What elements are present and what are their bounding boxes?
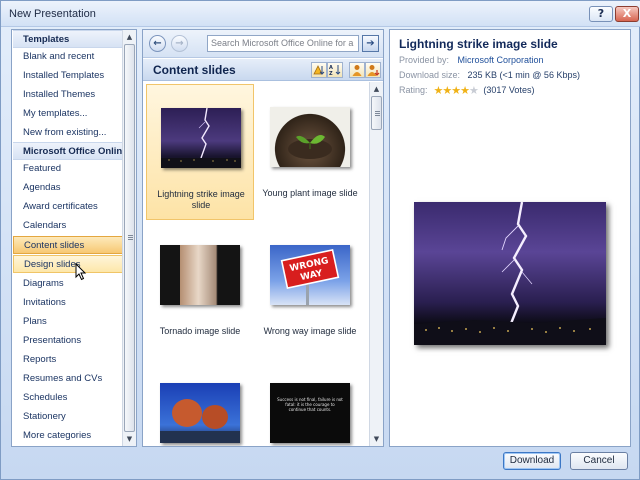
dialog-title: New Presentation	[9, 8, 96, 20]
category-header: Microsoft Office Online	[13, 142, 123, 160]
scroll-down-arrow-icon[interactable]: ▼	[370, 432, 383, 446]
category-item[interactable]: Agendas	[13, 179, 123, 197]
download-size-label: Download size:	[399, 70, 461, 80]
category-item[interactable]: Installed Templates	[13, 67, 123, 85]
category-item[interactable]: More categories	[13, 427, 123, 445]
templates-panel: ← → Search Microsoft Office Online for a…	[142, 29, 384, 447]
cancel-button[interactable]: Cancel	[570, 452, 628, 470]
template-tile-lightning[interactable]: Lightning strike image slide	[146, 84, 254, 220]
category-item[interactable]: Plans	[13, 313, 123, 331]
close-button[interactable]: X	[615, 6, 639, 22]
scroll-down-arrow-icon[interactable]: ▼	[123, 432, 136, 446]
provided-by-row: Provided by: Microsoft Corporation	[399, 55, 544, 65]
section-title: Content slides	[153, 63, 236, 77]
category-item[interactable]: Design slides	[13, 255, 123, 273]
category-item[interactable]: Stationery	[13, 408, 123, 426]
section-header: Content slides AZ	[143, 59, 383, 81]
category-item[interactable]: Invitations	[13, 294, 123, 312]
download-size-row: Download size: 235 KB (<1 min @ 56 Kbps)	[399, 70, 580, 80]
category-item[interactable]: Presentations	[13, 332, 123, 350]
quote-thumbnail: Success is not final, failure is not fat…	[270, 383, 350, 443]
star-icon[interactable]: ★	[469, 85, 479, 97]
category-item[interactable]: Installed Themes	[13, 86, 123, 104]
category-item[interactable]: My templates...	[13, 105, 123, 123]
category-item[interactable]: Blank and recent	[13, 48, 123, 66]
template-scrollbar[interactable]: ▲ ▼	[369, 82, 383, 446]
rocks-thumbnail	[160, 383, 240, 443]
provided-by-label: Provided by:	[399, 55, 450, 65]
template-tile-quote[interactable]: Success is not final, failure is not fat…	[256, 360, 364, 446]
template-grid: Lightning strike image slide Young plant…	[143, 82, 369, 446]
category-item[interactable]: Diagrams	[13, 275, 123, 293]
wrong-way-thumbnail: WRONG WAY	[270, 245, 350, 305]
scroll-up-arrow-icon[interactable]: ▲	[123, 30, 136, 44]
help-button[interactable]: ?	[589, 6, 613, 22]
sort-by-rating-icon[interactable]	[311, 62, 327, 78]
provided-by-value: Microsoft Corporation	[457, 55, 544, 65]
star-icon[interactable]: ★	[460, 85, 470, 97]
search-toolbar: ← → Search Microsoft Office Online for a…	[143, 30, 383, 58]
plant-thumbnail	[270, 107, 350, 167]
votes-count: (3017 Votes)	[483, 85, 535, 95]
download-button[interactable]: Download	[503, 452, 561, 470]
sort-alphabetical-icon[interactable]: AZ	[327, 62, 343, 78]
category-item[interactable]: Resumes and CVs	[13, 370, 123, 388]
search-go-arrow-icon[interactable]: ➔	[362, 35, 379, 52]
category-item[interactable]: Schedules	[13, 389, 123, 407]
lightning-thumbnail	[161, 108, 241, 168]
template-preview-image	[414, 202, 606, 345]
category-item[interactable]: New from existing...	[13, 124, 123, 142]
template-label: Lightning strike image slide	[157, 189, 245, 210]
rating-stars[interactable]: ★★★★★	[434, 84, 479, 97]
rating-row: Rating: ★★★★★ (3017 Votes)	[399, 84, 534, 97]
category-item[interactable]: Reports	[13, 351, 123, 369]
category-item[interactable]: Calendars	[13, 217, 123, 235]
category-item[interactable]: Content slides	[13, 236, 123, 254]
category-item[interactable]: Featured	[13, 160, 123, 178]
sort-by-author-icon[interactable]	[349, 62, 365, 78]
template-tile-plant[interactable]: Young plant image slide	[256, 84, 364, 220]
scroll-up-arrow-icon[interactable]: ▲	[370, 82, 383, 96]
search-input[interactable]: Search Microsoft Office Online for a	[207, 35, 359, 52]
tornado-thumbnail	[160, 245, 240, 305]
category-header: Templates	[13, 30, 123, 48]
star-icon[interactable]: ★	[442, 85, 452, 97]
template-details-panel: Lightning strike image slide Provided by…	[389, 29, 631, 447]
detail-title: Lightning strike image slide	[399, 37, 558, 51]
scroll-thumb[interactable]	[124, 44, 135, 432]
template-label: Wrong way image slide	[263, 326, 357, 336]
star-icon[interactable]: ★	[451, 85, 461, 97]
back-arrow-icon[interactable]: ←	[149, 35, 166, 52]
category-scrollbar[interactable]: ▲ ▼	[122, 30, 136, 446]
template-categories-panel: Templates Blank and recent Installed Templ…	[11, 29, 137, 447]
sort-by-downloads-icon[interactable]	[365, 62, 381, 78]
template-label: Tornado image slide	[159, 326, 241, 336]
forward-arrow-icon[interactable]: →	[171, 35, 188, 52]
template-label: Young plant image slide	[262, 188, 358, 198]
template-tile-tornado[interactable]: Tornado image slide	[146, 222, 254, 358]
category-list: Templates Blank and recent Installed Templ…	[12, 30, 123, 446]
scroll-thumb[interactable]	[371, 96, 382, 130]
mouse-cursor-icon	[75, 263, 87, 281]
category-item[interactable]: Award certificates	[13, 198, 123, 216]
download-size-value: 235 KB (<1 min @ 56 Kbps)	[467, 70, 580, 80]
title-bar: New Presentation ? X	[1, 1, 640, 27]
template-tile-rocks[interactable]	[146, 360, 254, 446]
template-tile-wrong-way[interactable]: WRONG WAY Wrong way image slide	[256, 222, 364, 358]
new-presentation-dialog: New Presentation ? X Templates Blank and …	[0, 0, 640, 480]
rating-label: Rating:	[399, 85, 428, 95]
svg-text:Z: Z	[329, 71, 333, 77]
